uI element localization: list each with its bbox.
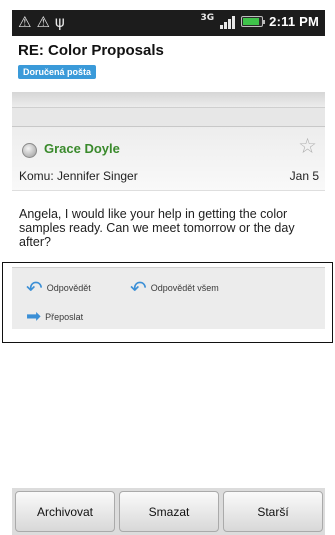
recipient-line: Komu: Jennifer Singer [19,169,138,183]
message-header: RE: Color Proposals Doručená pošta [12,36,325,92]
message-card-header[interactable]: Grace Doyle ☆ Komu: Jennifer Singer Jan … [12,127,325,191]
battery-icon [241,16,266,27]
collapsed-message-strip[interactable] [12,92,325,108]
network-type: 3G [200,12,215,23]
presence-icon [22,143,37,158]
delete-button[interactable]: Smazat [119,491,219,532]
clock: 2:11 PM [269,14,319,29]
signal-icon [220,15,236,29]
subject-title: RE: Color Proposals [18,42,164,59]
folder-badge[interactable]: Doručená pošta [18,65,97,79]
sender-name[interactable]: Grace Doyle [44,141,120,156]
usb-icon: ψ [54,13,65,31]
status-icons-right: 3G 2:11 PM [200,12,319,30]
status-bar: ⚠ ⚠ ψ 3G 2:11 PM [12,10,325,36]
bottom-toolbar: Archivovat Smazat Starší [12,488,325,535]
message-body: Angela, I would like your help in gettin… [19,207,295,249]
warning-icon: ⚠ [18,13,32,31]
older-button[interactable]: Starší [223,491,323,532]
status-icons-left: ⚠ ⚠ ψ [18,13,65,31]
warning-icon: ⚠ [36,13,50,31]
archive-button[interactable]: Archivovat [15,491,115,532]
message-date: Jan 5 [289,169,319,183]
star-icon[interactable]: ☆ [298,135,317,157]
highlight-box [2,262,333,343]
